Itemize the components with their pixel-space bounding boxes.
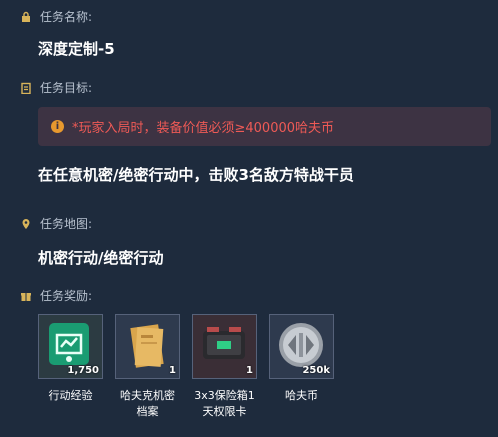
task-rewards-label-row: 任务奖励: [20, 287, 92, 304]
task-map-value: 机密行动/绝密行动 [38, 249, 164, 267]
reward-tile[interactable]: 1 [192, 314, 257, 379]
task-goal-value: 在任意机密/绝密行动中，击败3名敌方特战干员 [38, 166, 354, 184]
task-rewards-label: 任务奖励: [40, 289, 93, 303]
info-icon: i [51, 120, 64, 133]
lock-icon [20, 11, 32, 23]
reward-item-coin[interactable]: 250k 哈夫币 [269, 314, 334, 420]
reward-name: 哈夫克机密 档案 [120, 389, 175, 418]
warning-text: *玩家入局时，装备价值必须≥400000哈夫币 [72, 121, 335, 136]
reward-item-experience[interactable]: 1,750 行动经验 [38, 314, 103, 420]
reward-count: 1 [169, 365, 176, 376]
task-goal-label-row: 任务目标: [20, 79, 92, 96]
reward-name: 哈夫币 [285, 389, 318, 402]
reward-count: 250k [302, 365, 330, 376]
task-name-value: 深度定制-5 [38, 40, 115, 58]
reward-list: 1,750 行动经验 1 哈夫克机密 档案 1 3x3保险箱1 天权限卡 250… [38, 314, 334, 420]
task-map-label: 任务地图: [40, 217, 93, 231]
reward-item-document[interactable]: 1 哈夫克机密 档案 [115, 314, 180, 420]
reward-tile[interactable]: 1,750 [38, 314, 103, 379]
reward-tile[interactable]: 250k [269, 314, 334, 379]
warning-banner: i *玩家入局时，装备价值必须≥400000哈夫币 [38, 107, 491, 146]
gift-box-icon [20, 290, 32, 302]
map-pin-icon [20, 218, 32, 230]
reward-name: 行动经验 [48, 389, 93, 402]
task-map-label-row: 任务地图: [20, 215, 92, 232]
task-goal-label: 任务目标: [40, 81, 93, 95]
reward-item-safe-box-card[interactable]: 1 3x3保险箱1 天权限卡 [192, 314, 257, 420]
task-name-label: 任务名称: [40, 10, 93, 24]
reward-tile[interactable]: 1 [115, 314, 180, 379]
reward-name: 3x3保险箱1 天权限卡 [194, 389, 255, 418]
task-name-label-row: 任务名称: [20, 8, 92, 25]
reward-count: 1 [246, 365, 253, 376]
clipboard-icon [20, 82, 32, 94]
reward-count: 1,750 [67, 365, 99, 376]
